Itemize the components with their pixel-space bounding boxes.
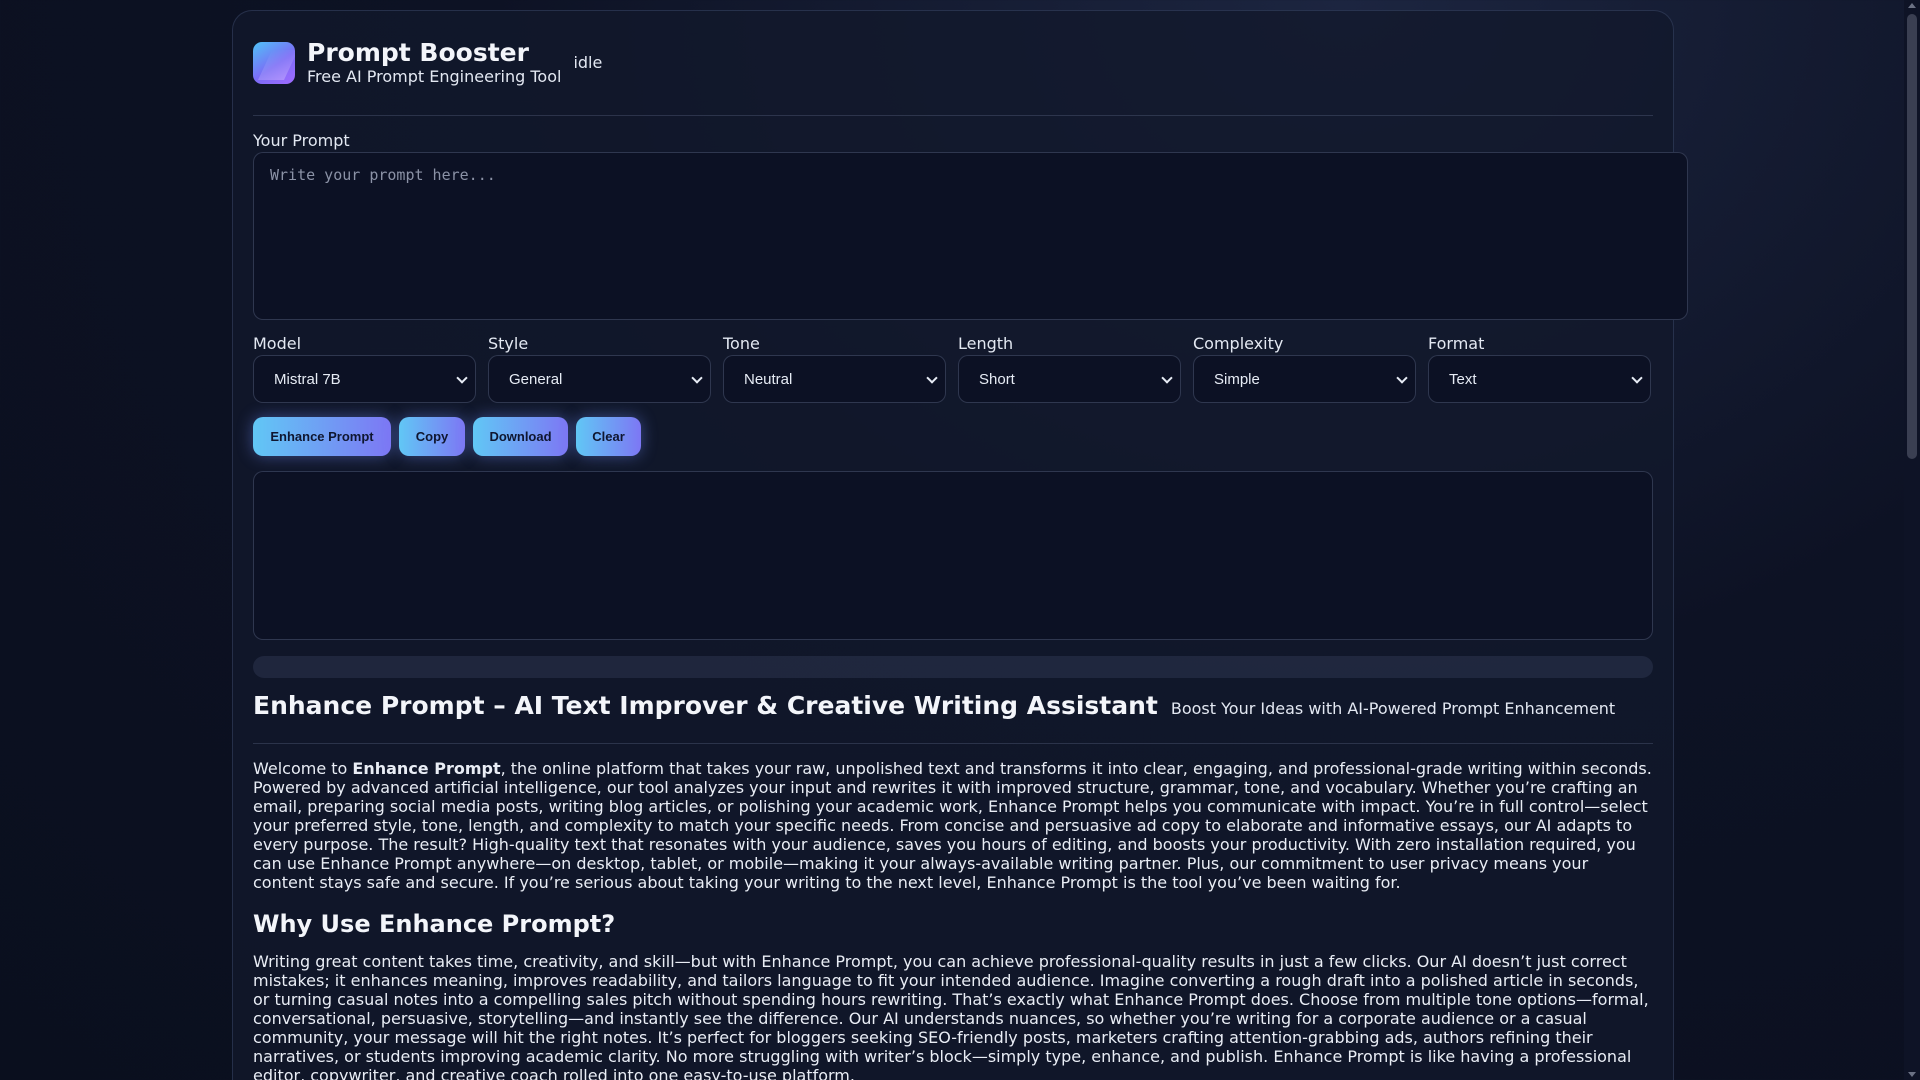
chevron-down-icon [1396, 372, 1408, 384]
style-group: Style General [488, 334, 711, 403]
clear-button[interactable]: Clear [576, 417, 641, 456]
length-value: Short [979, 370, 1015, 388]
format-group: Format Text [1428, 334, 1651, 403]
intro-paragraph: Welcome to Enhance Prompt, the online pl… [253, 759, 1653, 892]
output-box[interactable] [253, 471, 1653, 640]
app-header: Prompt Booster Free AI Prompt Engineerin… [253, 31, 1653, 95]
chevron-down-icon [926, 372, 938, 384]
page-scrollbar[interactable] [1904, 0, 1920, 1080]
complexity-group: Complexity Simple [1193, 334, 1416, 403]
model-value: Mistral 7B [274, 370, 341, 388]
chevron-down-icon [456, 372, 468, 384]
article-tagline: Boost Your Ideas with AI-Powered Prompt … [1170, 699, 1616, 718]
length-label: Length [958, 334, 1014, 353]
enhance-prompt-button[interactable]: Enhance Prompt [253, 417, 391, 456]
app-title: Prompt Booster [307, 38, 529, 67]
intro-body: , the online platform that takes your ra… [253, 759, 1652, 892]
complexity-value: Simple [1214, 370, 1260, 388]
section-paragraph: Writing great content takes time, creati… [253, 952, 1649, 1080]
chevron-down-icon [691, 372, 703, 384]
prompt-label: Your Prompt [253, 131, 350, 150]
tone-label: Tone [723, 334, 760, 353]
app-logo-icon [253, 42, 295, 84]
style-select[interactable]: General [488, 355, 711, 403]
style-label: Style [488, 334, 529, 353]
chevron-down-icon [1161, 372, 1173, 384]
article-title: Enhance Prompt – AI Text Improver & Crea… [253, 691, 1158, 720]
status-text: idle [573, 52, 603, 72]
section-title: Why Use Enhance Prompt? [253, 910, 616, 938]
article-header: Enhance Prompt – AI Text Improver & Crea… [253, 689, 1653, 723]
header-divider [253, 115, 1653, 116]
length-group: Length Short [958, 334, 1181, 403]
scroll-up-icon[interactable] [1908, 3, 1916, 8]
complexity-label: Complexity [1193, 334, 1284, 353]
prompt-input[interactable] [253, 152, 1688, 320]
scrollbar-thumb[interactable] [1907, 14, 1917, 459]
tone-group: Tone Neutral [723, 334, 946, 403]
article-divider [253, 743, 1653, 744]
progress-bar [253, 656, 1653, 678]
complexity-select[interactable]: Simple [1193, 355, 1416, 403]
model-label: Model [253, 334, 302, 353]
length-select[interactable]: Short [958, 355, 1181, 403]
format-label: Format [1428, 334, 1485, 353]
tone-select[interactable]: Neutral [723, 355, 946, 403]
format-select[interactable]: Text [1428, 355, 1651, 403]
copy-button[interactable]: Copy [399, 417, 465, 456]
app-card: Prompt Booster Free AI Prompt Engineerin… [232, 10, 1688, 1080]
download-button[interactable]: Download [473, 417, 568, 456]
intro-brand: Enhance Prompt [352, 759, 501, 778]
model-select[interactable]: Mistral 7B [253, 355, 476, 403]
style-value: General [509, 370, 563, 388]
app-subtitle: Free AI Prompt Engineering Tool [307, 67, 562, 86]
brand: Prompt Booster Free AI Prompt Engineerin… [307, 39, 561, 87]
intro-prefix: Welcome to [253, 759, 353, 778]
scroll-down-icon[interactable] [1908, 1072, 1916, 1077]
model-group: Model Mistral 7B [253, 334, 476, 403]
format-value: Text [1449, 370, 1477, 388]
action-buttons: Enhance Prompt Copy Download Clear [253, 417, 1653, 456]
tone-value: Neutral [744, 370, 793, 388]
options-row: Model Mistral 7B Style General Tone Neut… [253, 334, 1653, 403]
chevron-down-icon [1631, 372, 1643, 384]
